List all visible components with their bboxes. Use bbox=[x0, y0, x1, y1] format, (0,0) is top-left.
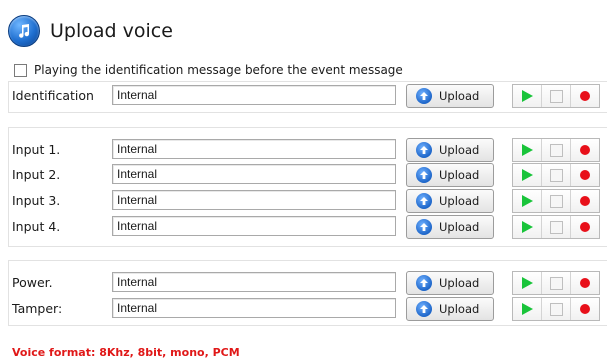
play-icon bbox=[521, 221, 533, 233]
identification-checkbox[interactable] bbox=[14, 63, 27, 77]
identification-checkbox-row[interactable]: Playing the identification message befor… bbox=[14, 63, 403, 77]
input2-label: Input 2. bbox=[12, 167, 61, 182]
record-icon bbox=[580, 91, 590, 101]
input2-upload-button[interactable]: Upload bbox=[406, 163, 494, 187]
stop-button[interactable] bbox=[541, 298, 570, 320]
upload-label: Upload bbox=[439, 302, 480, 316]
record-icon bbox=[580, 278, 590, 288]
stop-icon bbox=[549, 220, 563, 234]
play-icon bbox=[521, 90, 533, 102]
power-field[interactable]: Internal bbox=[112, 272, 396, 292]
input3-label: Input 3. bbox=[12, 193, 61, 208]
stop-icon bbox=[549, 276, 563, 290]
play-button[interactable] bbox=[513, 85, 541, 107]
record-button[interactable] bbox=[570, 298, 599, 320]
input2-field[interactable]: Internal bbox=[112, 164, 396, 184]
play-icon bbox=[521, 195, 533, 207]
stop-icon bbox=[549, 302, 563, 316]
input4-row: Input 4. Internal Upload bbox=[0, 215, 607, 239]
stop-icon bbox=[549, 168, 563, 182]
play-icon bbox=[521, 169, 533, 181]
upload-label: Upload bbox=[439, 276, 480, 290]
input3-field[interactable]: Internal bbox=[112, 190, 396, 210]
play-icon bbox=[521, 144, 533, 156]
record-icon bbox=[580, 170, 590, 180]
tamper-upload-button[interactable]: Upload bbox=[406, 297, 494, 321]
stop-button[interactable] bbox=[541, 190, 570, 212]
stop-icon bbox=[549, 89, 563, 103]
play-button[interactable] bbox=[513, 139, 541, 161]
record-icon bbox=[580, 304, 590, 314]
input4-playback-controls bbox=[512, 215, 600, 239]
input1-label: Input 1. bbox=[12, 142, 61, 157]
tamper-field[interactable]: Internal bbox=[112, 298, 396, 318]
upload-icon bbox=[416, 88, 432, 104]
stop-icon bbox=[549, 143, 563, 157]
identification-row: Identification Internal Upload bbox=[0, 84, 607, 108]
stop-button[interactable] bbox=[541, 85, 570, 107]
identification-label: Identification bbox=[12, 88, 94, 103]
play-icon bbox=[521, 277, 533, 289]
identification-checkbox-label: Playing the identification message befor… bbox=[34, 63, 403, 77]
record-button[interactable] bbox=[570, 216, 599, 238]
record-button[interactable] bbox=[570, 272, 599, 294]
input1-row: Input 1. Internal Upload bbox=[0, 138, 607, 162]
upload-label: Upload bbox=[439, 220, 480, 234]
stop-button[interactable] bbox=[541, 216, 570, 238]
power-playback-controls bbox=[512, 271, 600, 295]
power-upload-button[interactable]: Upload bbox=[406, 271, 494, 295]
page-title: Upload voice bbox=[50, 20, 173, 42]
stop-icon bbox=[549, 194, 563, 208]
record-icon bbox=[580, 196, 590, 206]
upload-icon bbox=[416, 301, 432, 317]
input4-label: Input 4. bbox=[12, 219, 61, 234]
tamper-label: Tamper: bbox=[12, 301, 63, 316]
play-button[interactable] bbox=[513, 190, 541, 212]
play-icon bbox=[521, 303, 533, 315]
upload-icon bbox=[416, 275, 432, 291]
power-label: Power. bbox=[12, 275, 53, 290]
input3-upload-button[interactable]: Upload bbox=[406, 189, 494, 213]
tamper-row: Tamper: Internal Upload bbox=[0, 297, 607, 321]
voice-format-note: Voice format: 8Khz, 8bit, mono, PCM bbox=[12, 346, 240, 359]
input1-upload-button[interactable]: Upload bbox=[406, 138, 494, 162]
play-button[interactable] bbox=[513, 272, 541, 294]
upload-label: Upload bbox=[439, 168, 480, 182]
upload-icon bbox=[416, 142, 432, 158]
play-button[interactable] bbox=[513, 216, 541, 238]
input2-playback-controls bbox=[512, 163, 600, 187]
header: Upload voice bbox=[8, 14, 173, 48]
record-button[interactable] bbox=[570, 164, 599, 186]
upload-icon bbox=[416, 219, 432, 235]
input3-playback-controls bbox=[512, 189, 600, 213]
input1-playback-controls bbox=[512, 138, 600, 162]
upload-icon bbox=[416, 193, 432, 209]
upload-label: Upload bbox=[439, 89, 480, 103]
upload-label: Upload bbox=[439, 194, 480, 208]
power-row: Power. Internal Upload bbox=[0, 271, 607, 295]
identification-field[interactable]: Internal bbox=[112, 85, 396, 105]
record-button[interactable] bbox=[570, 139, 599, 161]
stop-button[interactable] bbox=[541, 272, 570, 294]
upload-label: Upload bbox=[439, 143, 480, 157]
record-button[interactable] bbox=[570, 190, 599, 212]
play-button[interactable] bbox=[513, 164, 541, 186]
record-icon bbox=[580, 145, 590, 155]
input4-field[interactable]: Internal bbox=[112, 216, 396, 236]
music-note-icon bbox=[8, 15, 40, 47]
input4-upload-button[interactable]: Upload bbox=[406, 215, 494, 239]
upload-icon bbox=[416, 167, 432, 183]
record-icon bbox=[580, 222, 590, 232]
input3-row: Input 3. Internal Upload bbox=[0, 189, 607, 213]
identification-upload-button[interactable]: Upload bbox=[406, 84, 494, 108]
stop-button[interactable] bbox=[541, 164, 570, 186]
play-button[interactable] bbox=[513, 298, 541, 320]
stop-button[interactable] bbox=[541, 139, 570, 161]
identification-playback-controls bbox=[512, 84, 600, 108]
input2-row: Input 2. Internal Upload bbox=[0, 163, 607, 187]
record-button[interactable] bbox=[570, 85, 599, 107]
input1-field[interactable]: Internal bbox=[112, 139, 396, 159]
tamper-playback-controls bbox=[512, 297, 600, 321]
